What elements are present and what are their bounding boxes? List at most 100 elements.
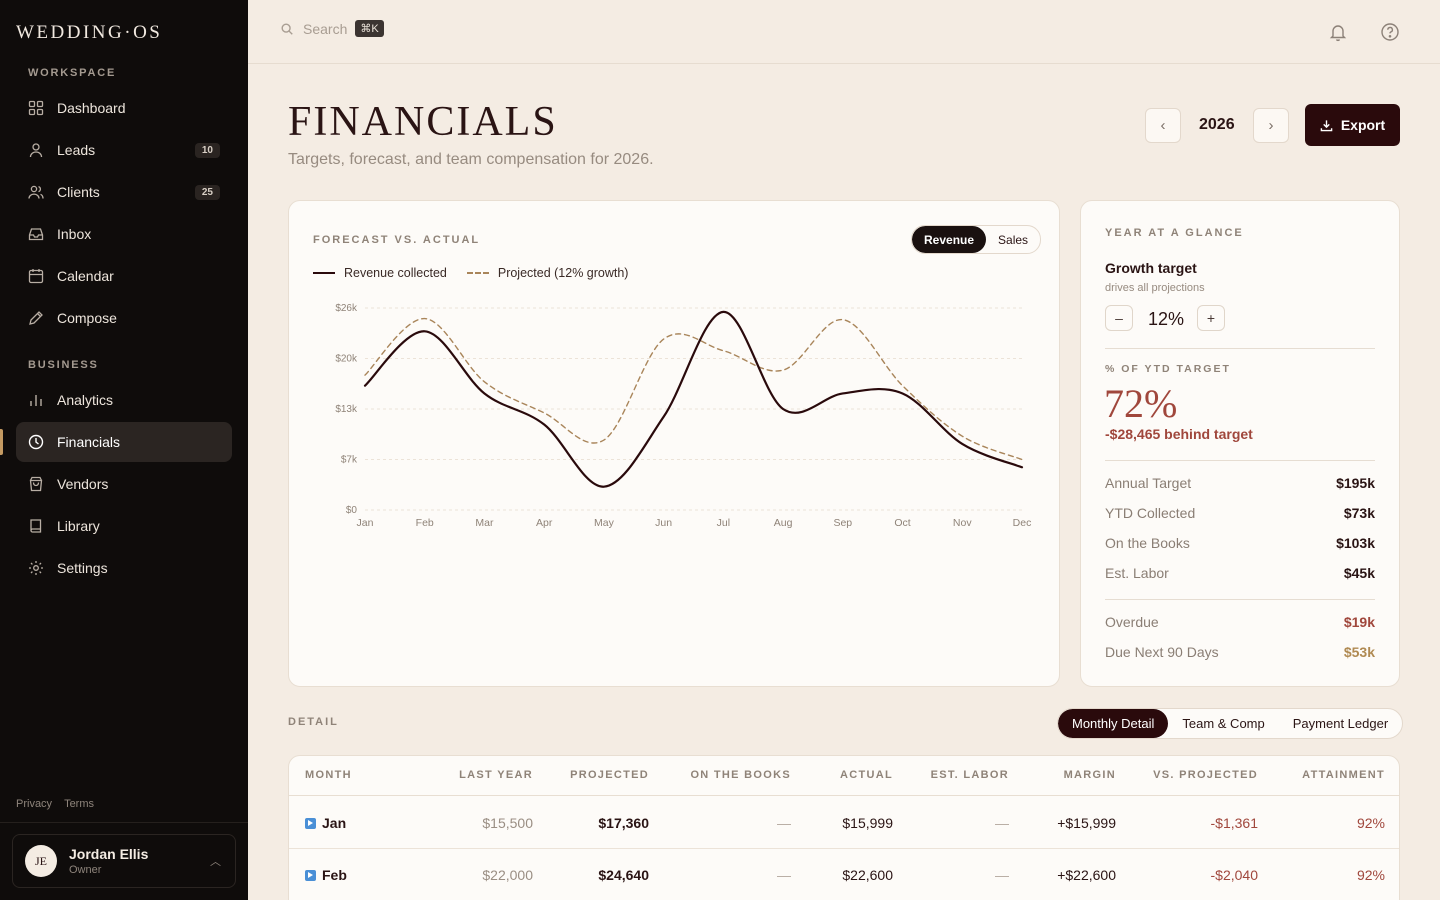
glance-row-overdue: Overdue $19k	[1105, 614, 1375, 630]
column-header: ATTAINMENT	[1302, 769, 1385, 781]
page-subtitle: Targets, forecast, and team compensation…	[288, 151, 654, 168]
sidebar-item-inbox[interactable]: Inbox	[16, 214, 232, 254]
sidebar-item-label: Inbox	[57, 226, 92, 242]
ytd-value: 72%	[1104, 381, 1178, 426]
inbox-icon	[28, 226, 44, 242]
attainment-cell: 92%	[1356, 867, 1385, 883]
expand-icon[interactable]	[305, 818, 316, 829]
on-books-cell: —	[777, 815, 791, 831]
tab-monthly-detail[interactable]: Monthly Detail	[1058, 709, 1169, 738]
row-label: Overdue	[1105, 614, 1159, 630]
terms-link[interactable]: Terms	[64, 798, 94, 810]
glance-row-on-the-books: On the Books $103k	[1105, 535, 1375, 551]
clock-icon	[28, 434, 44, 450]
column-header: VS. PROJECTED	[1153, 769, 1258, 781]
x-tick-label: Jun	[655, 517, 672, 529]
sidebar-item-calendar[interactable]: Calendar	[16, 256, 232, 296]
growth-subtitle: drives all projections	[1105, 282, 1205, 294]
sidebar-item-label: Vendors	[57, 476, 109, 492]
row-value: $45k	[1343, 565, 1375, 581]
toggle-revenue[interactable]: Revenue	[912, 226, 987, 253]
user-role: Owner	[69, 864, 102, 876]
glance-row-due-90: Due Next 90 Days $53k	[1105, 644, 1375, 660]
export-button[interactable]: Export	[1305, 104, 1400, 146]
sidebar-item-label: Compose	[57, 310, 117, 326]
on-books-cell: —	[777, 867, 791, 883]
forecast-chart: $0 $7k $13k $20k $26k Jan Feb Mar Apr May Jun Jul Au…	[335, 303, 1032, 529]
gear-icon	[28, 560, 44, 576]
column-header: MARGIN	[1063, 769, 1116, 781]
glance-row-est-labor: Est. Labor $45k	[1105, 565, 1375, 581]
sidebar-item-label: Settings	[57, 560, 108, 576]
x-tick-label: Aug	[774, 517, 793, 529]
attainment-cell: 92%	[1356, 815, 1385, 831]
table-header: MONTH LAST YEAR PROJECTED ON THE BOOKS A…	[289, 756, 1399, 796]
growth-title: Growth target	[1105, 260, 1197, 276]
sidebar: WEDDING·OS WORKSPACE Dashboard Leads 10 …	[0, 0, 248, 900]
users-icon	[28, 184, 44, 200]
sidebar-item-financials[interactable]: Financials	[16, 422, 232, 462]
row-label: YTD Collected	[1105, 505, 1196, 521]
user-name: Jordan Ellis	[69, 846, 149, 862]
detail-table: MONTH LAST YEAR PROJECTED ON THE BOOKS A…	[288, 755, 1400, 900]
toggle-sales[interactable]: Sales	[986, 226, 1040, 253]
projected-series-line	[364, 317, 1023, 461]
privacy-link[interactable]: Privacy	[16, 798, 52, 810]
sidebar-item-compose[interactable]: Compose	[16, 298, 232, 338]
brand-logo: WEDDING·OS	[16, 22, 163, 43]
projected-cell: $24,640	[598, 867, 649, 883]
sidebar-item-label: Library	[57, 518, 100, 534]
sidebar-item-leads[interactable]: Leads 10	[16, 130, 232, 170]
glance-divider	[1105, 460, 1375, 461]
chart-legend: Revenue collected Projected (12% growth)	[313, 266, 628, 280]
column-header: ON THE BOOKS	[690, 769, 791, 781]
x-tick-label: Jan	[357, 517, 374, 529]
sidebar-item-settings[interactable]: Settings	[16, 548, 232, 588]
column-header: ACTUAL	[839, 769, 893, 781]
bell-icon[interactable]	[1328, 22, 1348, 42]
book-icon	[28, 518, 44, 534]
help-icon[interactable]	[1380, 22, 1400, 42]
glance-row-ytd-collected: YTD Collected $73k	[1105, 505, 1375, 521]
behind-target-text: -$28,465 behind target	[1105, 426, 1253, 442]
user-menu[interactable]: JE Jordan Ellis Owner ︿	[12, 834, 236, 888]
month-cell: Jan	[305, 815, 346, 831]
column-header: EST. LABOR	[930, 769, 1009, 781]
month-label: Jan	[322, 815, 347, 831]
x-tick-label: Oct	[894, 517, 910, 529]
sidebar-item-vendors[interactable]: Vendors	[16, 464, 232, 504]
prev-year-button[interactable]: ‹	[1145, 108, 1181, 143]
sidebar-item-dashboard[interactable]: Dashboard	[16, 88, 232, 128]
year-label: 2026	[1199, 116, 1235, 133]
bag-icon	[28, 476, 44, 492]
sidebar-item-analytics[interactable]: Analytics	[16, 380, 232, 420]
x-tick-label: Nov	[953, 517, 972, 529]
y-tick-label: $7k	[341, 455, 358, 466]
month-cell: Feb	[305, 867, 347, 883]
row-value: $103k	[1336, 535, 1375, 551]
labor-cell: —	[995, 867, 1009, 883]
tab-payment-ledger[interactable]: Payment Ledger	[1279, 709, 1402, 738]
x-tick-label: Dec	[1013, 517, 1032, 529]
growth-decrement-button[interactable]: –	[1105, 305, 1133, 331]
chevron-up-icon: ︿	[210, 856, 221, 868]
table-row[interactable]: Jan $15,500 $17,360 — $15,999 — +$15,999…	[289, 797, 1399, 849]
legend-projected: Projected (12% growth)	[497, 266, 629, 280]
search-input[interactable]: Search ⌘K	[280, 20, 384, 37]
expand-icon[interactable]	[305, 870, 316, 881]
leads-count-badge: 10	[194, 142, 220, 158]
sidebar-item-library[interactable]: Library	[16, 506, 232, 546]
x-tick-label: Jul	[717, 517, 730, 529]
table-row[interactable]: Feb $22,000 $24,640 — $22,600 — +$22,600…	[289, 849, 1399, 900]
actual-cell: $15,999	[842, 815, 893, 831]
sidebar-item-label: Financials	[57, 434, 121, 450]
legend-swatch-projected	[466, 272, 489, 274]
search-placeholder: Search	[303, 20, 348, 37]
x-tick-label: May	[594, 517, 615, 529]
next-year-button[interactable]: ›	[1253, 108, 1289, 143]
row-label: Est. Labor	[1105, 565, 1169, 581]
tab-team-comp[interactable]: Team & Comp	[1168, 709, 1278, 738]
growth-increment-button[interactable]: +	[1197, 305, 1225, 331]
glance-divider	[1105, 599, 1375, 600]
sidebar-item-clients[interactable]: Clients 25	[16, 172, 232, 212]
